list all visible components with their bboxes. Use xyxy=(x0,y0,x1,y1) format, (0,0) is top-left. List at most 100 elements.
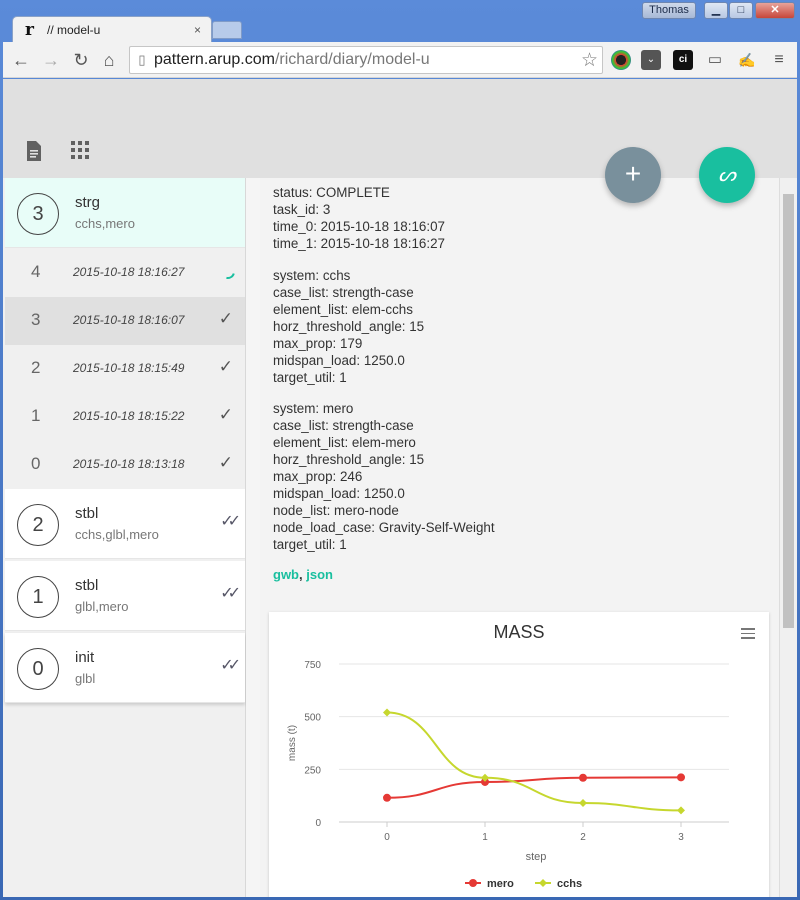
y-tick-label: 750 xyxy=(304,660,321,671)
profile-button[interactable]: Thomas xyxy=(642,2,696,19)
url-host: pattern.arup.com xyxy=(154,51,275,68)
task-sidebar: 3 strg cchs,mero 4 2015-10-18 18:16:27 3… xyxy=(3,178,246,897)
task-systems: cchs,glbl,mero xyxy=(75,527,159,542)
detail-line: case_list: strength-case xyxy=(273,285,414,300)
reload-icon[interactable]: ↻ xyxy=(69,48,93,72)
new-tab-button[interactable] xyxy=(212,21,242,39)
signature-extension-icon[interactable]: ✍ xyxy=(737,50,757,70)
check-icon: ✓ xyxy=(218,405,233,424)
back-icon[interactable]: ← xyxy=(9,48,33,72)
browser-tab[interactable]: r // model-u × xyxy=(12,16,212,42)
add-task-button[interactable]: + xyxy=(605,147,661,203)
x-tick-label: 0 xyxy=(384,832,390,843)
detail-line: node_list: mero-node xyxy=(273,503,399,518)
bookmark-star-icon[interactable]: ☆ xyxy=(581,49,598,72)
cast-icon[interactable]: ▭ xyxy=(705,50,725,70)
detail-line: element_list: elem-mero xyxy=(273,435,416,450)
check-icon: ✓ xyxy=(218,453,233,472)
task-card[interactable]: 3 strg cchs,mero xyxy=(5,178,245,248)
mass-chart: 0 250 500 750 0 1 2 3 step mass (t) mero cchs xyxy=(287,660,729,890)
detail-scrollbar[interactable] xyxy=(779,178,797,897)
series-line-cchs xyxy=(386,711,682,812)
json-link[interactable]: json xyxy=(306,567,333,582)
run-row[interactable]: 1 2015-10-18 18:15:22 ✓ xyxy=(5,393,245,441)
running-spinner-icon xyxy=(218,262,238,282)
legend-marker-cchs xyxy=(539,879,547,887)
run-date: 2015-10-18 18:16:27 xyxy=(73,265,185,279)
detail-line: time_0: 2015-10-18 18:16:07 xyxy=(273,219,445,234)
sidebar-scrollbar[interactable] xyxy=(246,178,260,897)
detail-line: midspan_load: 1250.0 xyxy=(273,353,405,368)
task-number: 3 xyxy=(17,193,59,235)
detail-line: target_util: 1 xyxy=(273,537,347,552)
run-row[interactable]: 4 2015-10-18 18:16:27 xyxy=(5,249,245,297)
run-number: 0 xyxy=(31,454,41,473)
task-title: init xyxy=(75,649,95,666)
address-bar[interactable]: ▯ pattern.arup.com /richard/diary/model-… xyxy=(129,46,603,74)
close-window-button[interactable]: ✕ xyxy=(755,2,795,19)
site-logo-icon: r xyxy=(25,19,34,40)
task-systems: glbl,mero xyxy=(75,599,129,614)
detail-line: case_list: strength-case xyxy=(273,418,414,433)
task-card[interactable]: 2 stbl cchs,glbl,mero ✓✓ xyxy=(5,489,245,559)
detail-line: horz_threshold_angle: 15 xyxy=(273,319,425,334)
data-point-cchs xyxy=(579,799,587,808)
scrollbar-thumb[interactable] xyxy=(783,194,794,628)
document-icon[interactable] xyxy=(23,141,45,163)
browser-window: r // model-u × Thomas ▁ □ ✕ ← → ↻ ⌂ ▯ pa… xyxy=(0,0,800,900)
grid-icon[interactable] xyxy=(69,141,91,163)
x-tick-label: 2 xyxy=(580,832,586,843)
run-number: 4 xyxy=(31,262,41,281)
gwb-link[interactable]: gwb xyxy=(273,567,299,582)
home-icon[interactable]: ⌂ xyxy=(97,48,121,72)
task-number: 0 xyxy=(17,648,59,690)
detail-line: time_1: 2015-10-18 18:16:27 xyxy=(273,236,445,251)
browser-toolbar: ← → ↻ ⌂ ▯ pattern.arup.com /richard/diar… xyxy=(3,42,797,78)
task-systems: glbl xyxy=(75,671,96,686)
task-number: 1 xyxy=(17,576,59,618)
detail-line: task_id: 3 xyxy=(273,202,331,217)
title-bar: r // model-u × Thomas ▁ □ ✕ xyxy=(0,0,800,42)
task-card[interactable]: 1 stbl glbl,mero ✓✓ xyxy=(5,561,245,631)
detail-line: horz_threshold_angle: 15 xyxy=(273,452,425,467)
data-point-mero xyxy=(677,773,685,782)
ci-extension-icon[interactable]: ci xyxy=(673,50,693,70)
sign-button[interactable]: ᔕ xyxy=(699,147,755,203)
x-axis-label: step xyxy=(526,851,547,863)
series-line-mero xyxy=(386,776,682,799)
maximize-button[interactable]: □ xyxy=(729,2,753,19)
detail-line: target_util: 1 xyxy=(273,370,347,385)
run-row[interactable]: 3 2015-10-18 18:16:07 ✓ xyxy=(5,297,245,345)
page-icon: ▯ xyxy=(138,52,146,67)
minimize-button[interactable]: ▁ xyxy=(704,2,728,19)
browser-menu-icon[interactable]: ≡ xyxy=(769,50,789,70)
link-separator: , xyxy=(299,567,303,582)
x-tick-label: 1 xyxy=(482,832,488,843)
y-tick-label: 500 xyxy=(304,713,321,724)
url-path: /richard/diary/model-u xyxy=(274,51,430,68)
double-check-icon: ✓✓ xyxy=(220,585,241,602)
detail-line: midspan_load: 1250.0 xyxy=(273,486,405,501)
run-number: 3 xyxy=(31,310,41,329)
run-row[interactable]: 0 2015-10-18 18:13:18 ✓ xyxy=(5,441,245,489)
run-date: 2015-10-18 18:15:49 xyxy=(73,361,185,375)
mass-chart-card: MASS 0 250 500 750 0 1 2 3 step mass (t) mero cchs xyxy=(269,612,769,897)
run-row[interactable]: 2 2015-10-18 18:15:49 ✓ xyxy=(5,345,245,393)
detail-line: max_prop: 246 xyxy=(273,469,363,484)
double-check-icon: ✓✓ xyxy=(220,513,241,530)
task-number: 2 xyxy=(17,504,59,546)
task-card[interactable]: 0 init glbl ✓✓ xyxy=(5,633,245,703)
pocket-extension-icon[interactable]: ⌄ xyxy=(641,50,661,70)
tab-close-icon[interactable]: × xyxy=(194,23,201,37)
run-date: 2015-10-18 18:13:18 xyxy=(73,457,185,471)
check-icon: ✓ xyxy=(218,357,233,376)
color-picker-extension-icon[interactable] xyxy=(611,50,631,70)
run-date: 2015-10-18 18:16:07 xyxy=(73,313,185,327)
y-tick-label: 250 xyxy=(304,765,321,776)
run-number: 1 xyxy=(31,406,41,425)
double-check-icon: ✓✓ xyxy=(220,657,241,674)
task-systems: cchs,mero xyxy=(75,216,135,231)
page-content: 3 strg cchs,mero 4 2015-10-18 18:16:27 3… xyxy=(3,79,797,897)
run-number: 2 xyxy=(31,358,41,377)
forward-icon[interactable]: → xyxy=(39,48,63,72)
